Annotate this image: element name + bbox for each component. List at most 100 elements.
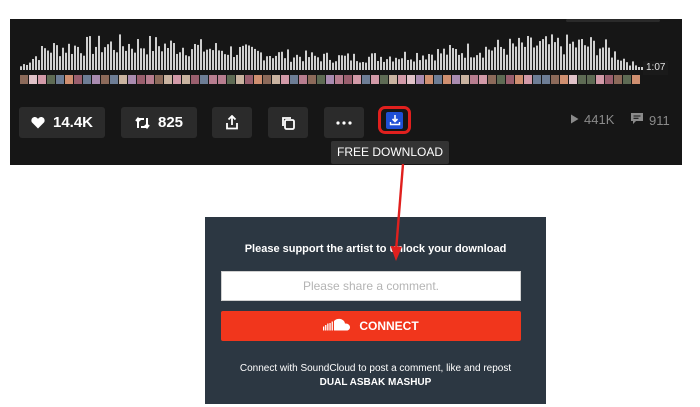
- waveform-bar: [455, 49, 457, 70]
- commenter-avatar[interactable]: [623, 75, 631, 84]
- commenter-avatar[interactable]: [209, 75, 217, 84]
- commenter-avatar[interactable]: [497, 75, 505, 84]
- commenter-avatar[interactable]: [470, 75, 478, 84]
- commenter-avatar[interactable]: [479, 75, 487, 84]
- comment-input[interactable]: [221, 271, 521, 301]
- commenter-avatar[interactable]: [74, 75, 82, 84]
- commenter-avatar[interactable]: [398, 75, 406, 84]
- commenter-avatar[interactable]: [551, 75, 559, 84]
- commenter-avatar[interactable]: [290, 75, 298, 84]
- connect-button[interactable]: CONNECT: [221, 311, 521, 341]
- comment-count[interactable]: 911: [630, 112, 670, 128]
- like-button[interactable]: 14.4K: [19, 107, 105, 138]
- waveform-bar: [467, 43, 469, 70]
- commenter-avatar[interactable]: [164, 75, 172, 84]
- commenter-avatar[interactable]: [362, 75, 370, 84]
- commenter-avatar[interactable]: [245, 75, 253, 84]
- commenter-avatar[interactable]: [299, 75, 307, 84]
- commenter-avatar[interactable]: [146, 75, 154, 84]
- free-download-button[interactable]: [378, 106, 411, 134]
- waveform[interactable]: [20, 32, 644, 86]
- waveform-bar: [551, 34, 553, 70]
- commenter-avatar[interactable]: [542, 75, 550, 84]
- commenter-avatar[interactable]: [308, 75, 316, 84]
- commenter-avatar[interactable]: [632, 75, 640, 84]
- waveform-bar: [386, 59, 388, 70]
- waveform-bar: [62, 47, 64, 70]
- commenter-avatar[interactable]: [227, 75, 235, 84]
- commenter-avatar[interactable]: [353, 75, 361, 84]
- commenter-avatar[interactable]: [596, 75, 604, 84]
- waveform-bar: [230, 46, 232, 70]
- commenter-avatar[interactable]: [569, 75, 577, 84]
- commenter-avatar[interactable]: [605, 75, 613, 84]
- commenter-avatar[interactable]: [335, 75, 343, 84]
- waveform-bar: [260, 52, 262, 70]
- waveform-bar: [563, 54, 565, 70]
- commenter-avatar[interactable]: [155, 75, 163, 84]
- commenter-avatar[interactable]: [281, 75, 289, 84]
- waveform-bar: [299, 56, 301, 70]
- commenter-avatar[interactable]: [182, 75, 190, 84]
- commenter-avatar[interactable]: [407, 75, 415, 84]
- waveform-bar: [620, 60, 622, 70]
- waveform-bar: [95, 46, 97, 70]
- commenter-avatar[interactable]: [119, 75, 127, 84]
- waveform-bar: [68, 43, 70, 70]
- waveform-bar: [557, 37, 559, 70]
- copy-link-button[interactable]: [268, 107, 308, 138]
- commenter-avatar[interactable]: [191, 75, 199, 84]
- waveform-bar: [23, 64, 25, 70]
- commenter-avatar[interactable]: [524, 75, 532, 84]
- commenter-avatar[interactable]: [614, 75, 622, 84]
- commenter-avatar[interactable]: [254, 75, 262, 84]
- commenter-avatar[interactable]: [443, 75, 451, 84]
- repost-count: 825: [157, 114, 184, 131]
- commenter-avatar[interactable]: [20, 75, 28, 84]
- commenter-avatar[interactable]: [317, 75, 325, 84]
- more-button[interactable]: [324, 107, 364, 138]
- commenter-avatar[interactable]: [578, 75, 586, 84]
- commenter-avatar[interactable]: [344, 75, 352, 84]
- commenter-avatar[interactable]: [425, 75, 433, 84]
- commenter-avatar[interactable]: [38, 75, 46, 84]
- waveform-bar: [323, 53, 325, 70]
- commenter-avatar[interactable]: [461, 75, 469, 84]
- commenter-avatar[interactable]: [218, 75, 226, 84]
- commenter-avatar[interactable]: [236, 75, 244, 84]
- waveform-bar: [434, 60, 436, 70]
- commenter-avatar[interactable]: [110, 75, 118, 84]
- commenter-avatar[interactable]: [560, 75, 568, 84]
- commenter-avatar[interactable]: [326, 75, 334, 84]
- commenter-avatar[interactable]: [65, 75, 73, 84]
- commenter-avatar[interactable]: [371, 75, 379, 84]
- commenter-avatar[interactable]: [416, 75, 424, 84]
- commenter-avatar[interactable]: [587, 75, 595, 84]
- commenter-avatar[interactable]: [272, 75, 280, 84]
- repost-button[interactable]: 825: [121, 107, 197, 138]
- commenter-avatar[interactable]: [137, 75, 145, 84]
- commenter-avatar[interactable]: [29, 75, 37, 84]
- commenter-avatar[interactable]: [434, 75, 442, 84]
- commenter-avatar[interactable]: [515, 75, 523, 84]
- waveform-bar: [149, 35, 151, 70]
- commenter-avatar[interactable]: [101, 75, 109, 84]
- commenter-avatar[interactable]: [452, 75, 460, 84]
- commenter-avatar[interactable]: [200, 75, 208, 84]
- commenter-avatar[interactable]: [380, 75, 388, 84]
- commenter-avatar[interactable]: [92, 75, 100, 84]
- waveform-bar: [233, 57, 235, 70]
- commenter-avatar[interactable]: [506, 75, 514, 84]
- commenter-avatar[interactable]: [263, 75, 271, 84]
- commenter-avatar[interactable]: [533, 75, 541, 84]
- waveform-bar: [494, 47, 496, 70]
- commenter-avatar[interactable]: [47, 75, 55, 84]
- commenter-avatar[interactable]: [83, 75, 91, 84]
- share-button[interactable]: [212, 107, 252, 138]
- commenter-avatar[interactable]: [56, 75, 64, 84]
- commenter-avatar[interactable]: [389, 75, 397, 84]
- commenter-avatar[interactable]: [173, 75, 181, 84]
- commenter-avatar[interactable]: [488, 75, 496, 84]
- commenter-avatar[interactable]: [128, 75, 136, 84]
- waveform-bar: [425, 59, 427, 70]
